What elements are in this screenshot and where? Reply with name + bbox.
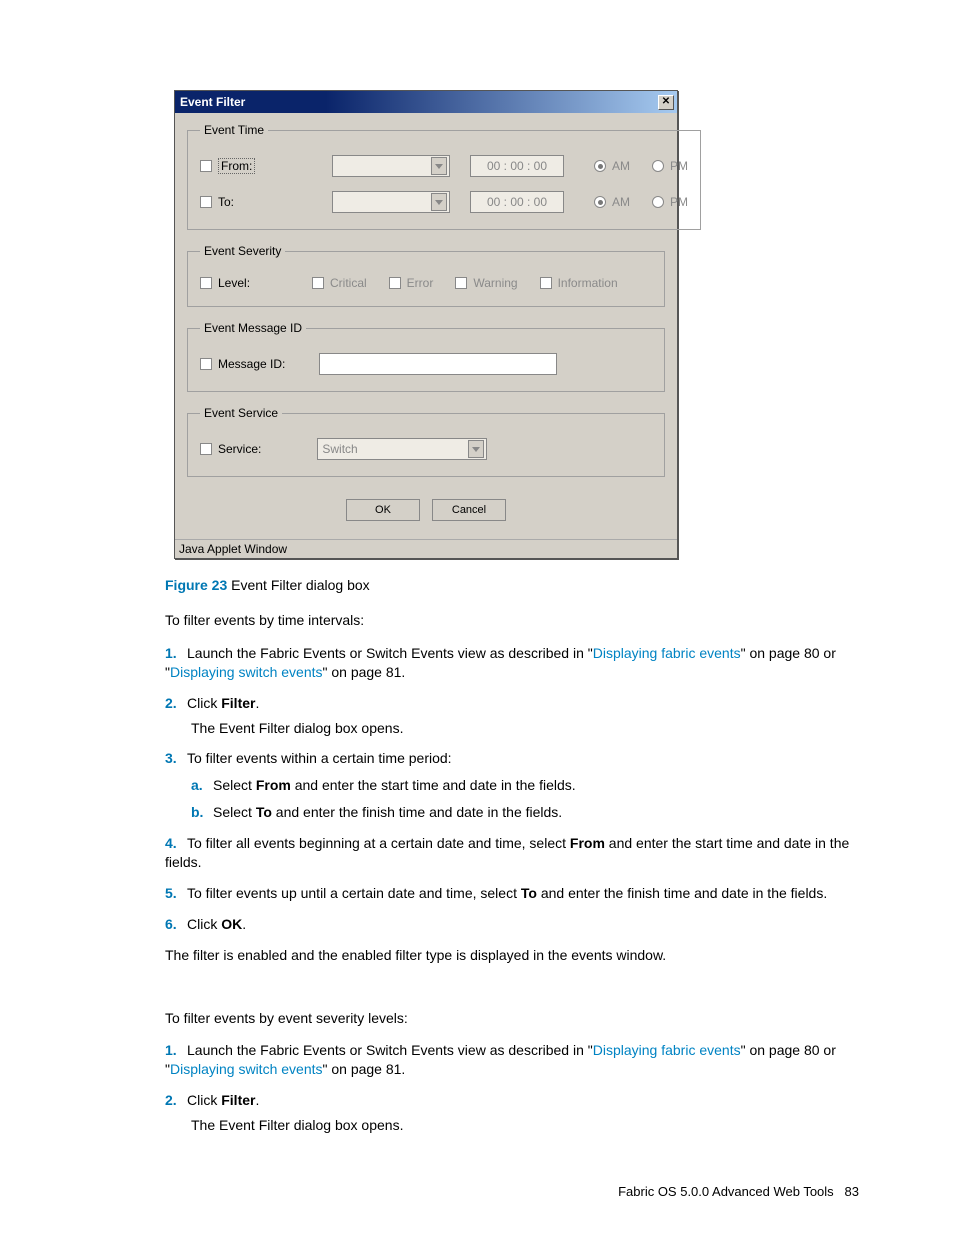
figure-number: Figure 23 xyxy=(165,577,227,593)
list-item: To filter events up until a certain date… xyxy=(165,884,859,903)
cancel-button[interactable]: Cancel xyxy=(432,499,506,521)
chevron-down-icon xyxy=(468,440,484,458)
steps-list-2: Launch the Fabric Events or Switch Event… xyxy=(165,1041,859,1135)
list-item: To filter events within a certain time p… xyxy=(165,749,859,822)
to-time-input[interactable]: 00 : 00 : 00 xyxy=(470,191,564,213)
list-item: Select To and enter the finish time and … xyxy=(191,803,859,822)
warning-checkbox[interactable] xyxy=(455,277,467,289)
link-fabric-events[interactable]: Displaying fabric events xyxy=(593,1042,741,1058)
from-label: From: xyxy=(218,158,255,174)
message-id-input[interactable] xyxy=(319,353,557,375)
intro-para-2: To filter events by event severity level… xyxy=(165,1009,859,1028)
steps-list-1: Launch the Fabric Events or Switch Event… xyxy=(165,644,859,934)
ok-button[interactable]: OK xyxy=(346,499,420,521)
from-am-radio[interactable] xyxy=(594,160,606,172)
service-combo[interactable]: Switch xyxy=(317,438,487,460)
to-pm-radio[interactable] xyxy=(652,196,664,208)
level-checkbox[interactable] xyxy=(200,277,212,289)
event-message-legend: Event Message ID xyxy=(200,321,306,335)
critical-checkbox[interactable] xyxy=(312,277,324,289)
to-date-combo[interactable] xyxy=(332,191,450,213)
link-switch-events[interactable]: Displaying switch events xyxy=(170,664,323,680)
from-am-label: AM xyxy=(612,159,630,173)
page-footer: Fabric OS 5.0.0 Advanced Web Tools 83 xyxy=(0,1184,954,1199)
to-checkbox[interactable] xyxy=(200,196,212,208)
to-pm-label: PM xyxy=(670,195,688,209)
from-date-combo[interactable] xyxy=(332,155,450,177)
intro-para-1: To filter events by time intervals: xyxy=(165,611,859,630)
level-label: Level: xyxy=(218,276,250,290)
service-value: Switch xyxy=(322,442,357,456)
from-checkbox[interactable] xyxy=(200,160,212,172)
service-label: Service: xyxy=(218,442,261,456)
footer-text: Fabric OS 5.0.0 Advanced Web Tools xyxy=(618,1184,834,1199)
event-severity-group: Event Severity Level: Critical Error War… xyxy=(187,244,665,307)
to-am-radio[interactable] xyxy=(594,196,606,208)
warning-label: Warning xyxy=(473,276,517,290)
event-service-group: Event Service Service: Switch xyxy=(187,406,665,477)
page-number: 83 xyxy=(845,1184,859,1199)
after-para-1: The filter is enabled and the enabled fi… xyxy=(165,946,859,965)
dialog-title: Event Filter xyxy=(180,95,245,109)
info-checkbox[interactable] xyxy=(540,277,552,289)
error-checkbox[interactable] xyxy=(389,277,401,289)
chevron-down-icon xyxy=(431,157,447,175)
list-item: Click Filter. The Event Filter dialog bo… xyxy=(165,1091,859,1135)
to-am-label: AM xyxy=(612,195,630,209)
message-id-checkbox[interactable] xyxy=(200,358,212,370)
event-message-group: Event Message ID Message ID: xyxy=(187,321,665,392)
critical-label: Critical xyxy=(330,276,367,290)
applet-status: Java Applet Window xyxy=(175,539,677,558)
info-label: Information xyxy=(558,276,618,290)
service-checkbox[interactable] xyxy=(200,443,212,455)
list-item: To filter all events beginning at a cert… xyxy=(165,834,859,872)
from-pm-label: PM xyxy=(670,159,688,173)
event-severity-legend: Event Severity xyxy=(200,244,285,258)
list-item: Launch the Fabric Events or Switch Event… xyxy=(165,1041,859,1079)
title-bar: Event Filter ✕ xyxy=(175,91,677,113)
from-time-input[interactable]: 00 : 00 : 00 xyxy=(470,155,564,177)
list-item: Select From and enter the start time and… xyxy=(191,776,859,795)
chevron-down-icon xyxy=(431,193,447,211)
close-icon[interactable]: ✕ xyxy=(658,95,674,110)
event-service-legend: Event Service xyxy=(200,406,282,420)
link-switch-events[interactable]: Displaying switch events xyxy=(170,1061,323,1077)
to-label: To: xyxy=(218,195,234,209)
message-id-label: Message ID: xyxy=(218,357,285,371)
from-pm-radio[interactable] xyxy=(652,160,664,172)
figure-caption: Figure 23 Event Filter dialog box xyxy=(165,577,859,593)
list-item: Click Filter. The Event Filter dialog bo… xyxy=(165,694,859,738)
error-label: Error xyxy=(407,276,434,290)
event-time-legend: Event Time xyxy=(200,123,268,137)
link-fabric-events[interactable]: Displaying fabric events xyxy=(593,645,741,661)
event-filter-dialog: Event Filter ✕ Event Time From: 00 : 00 … xyxy=(174,90,678,559)
list-item: Click OK. xyxy=(165,915,859,934)
list-item: Launch the Fabric Events or Switch Event… xyxy=(165,644,859,682)
event-time-group: Event Time From: 00 : 00 : 00 AM PM xyxy=(187,123,701,230)
figure-text: Event Filter dialog box xyxy=(227,577,369,593)
